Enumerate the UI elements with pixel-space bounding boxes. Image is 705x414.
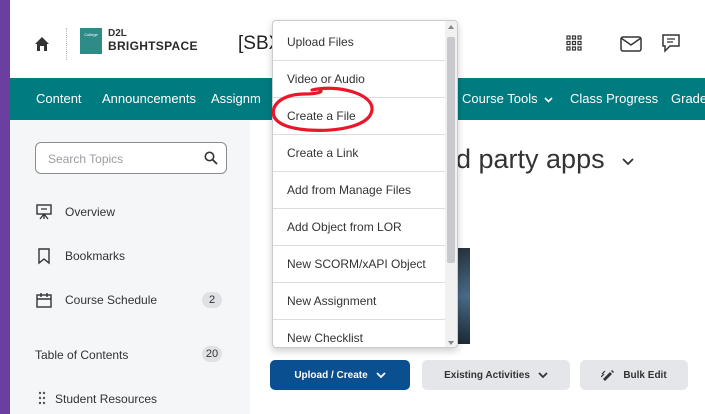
d2l-logo-text: D2L xyxy=(108,28,127,39)
course-schedule-count-badge: 2 xyxy=(202,292,222,308)
search-topics-input[interactable]: Search Topics xyxy=(35,142,227,174)
search-placeholder: Search Topics xyxy=(48,152,124,166)
search-icon[interactable] xyxy=(204,151,218,165)
nav-assignments[interactable]: Assignm xyxy=(211,91,261,106)
red-circle-annotation xyxy=(271,86,374,132)
bulk-edit-label: Bulk Edit xyxy=(623,369,667,381)
toc-count-badge: 20 xyxy=(202,346,222,362)
calendar-icon xyxy=(36,293,52,308)
drag-handle-icon[interactable] xyxy=(37,390,47,406)
logo-badge-text: College xyxy=(84,32,98,37)
overview-icon xyxy=(36,204,52,220)
menu-item-add-object-from-lor[interactable]: Add Object from LOR xyxy=(273,208,445,245)
sidebar-item-label: Bookmarks xyxy=(65,249,126,263)
pencil-icon xyxy=(601,370,615,381)
upload-create-menu: Upload Files Video or Audio Create a Fil… xyxy=(272,20,458,348)
sidebar-item-label: Overview xyxy=(65,205,116,219)
content-sidebar: Search Topics Overview Bookmarks Course … xyxy=(10,120,250,414)
nav-content[interactable]: Content xyxy=(36,91,82,106)
nav-class-progress[interactable]: Class Progress xyxy=(570,91,658,106)
existing-activities-button[interactable]: Existing Activities xyxy=(422,360,570,390)
sidebar-item-label: Course Schedule xyxy=(65,293,158,307)
header-divider xyxy=(66,28,67,60)
chevron-down-icon xyxy=(538,371,548,378)
menu-item-new-checklist[interactable]: New Checklist xyxy=(273,319,445,347)
menu-item-add-from-manage-files[interactable]: Add from Manage Files xyxy=(273,171,445,208)
scrollbar-thumb[interactable] xyxy=(447,37,455,263)
menu-scrollbar[interactable] xyxy=(445,21,457,347)
menu-item-create-a-link[interactable]: Create a Link xyxy=(273,134,445,171)
chat-icon[interactable] xyxy=(660,32,682,54)
menu-item-new-assignment[interactable]: New Assignment xyxy=(273,282,445,319)
page-title: d party apps xyxy=(456,144,605,174)
home-icon[interactable] xyxy=(34,36,50,52)
app-frame: College D2L BRIGHTSPACE [SBX Content Ann… xyxy=(10,0,705,414)
sidebar-item-label: Student Resources xyxy=(55,392,158,406)
menu-item-upload-files[interactable]: Upload Files xyxy=(273,23,445,60)
college-logo[interactable]: College xyxy=(80,28,102,54)
chevron-down-icon xyxy=(376,371,386,378)
nav-course-tools[interactable]: Course Tools xyxy=(462,91,553,106)
scroll-up-arrow-icon[interactable] xyxy=(448,25,454,29)
table-of-contents-link[interactable]: Table of Contents xyxy=(35,348,128,362)
brightspace-logo-text: BRIGHTSPACE xyxy=(108,39,198,53)
upload-create-button[interactable]: Upload / Create xyxy=(270,360,410,390)
bookmark-icon xyxy=(38,248,50,265)
scroll-down-arrow-icon[interactable] xyxy=(448,341,454,345)
nav-grades[interactable]: Grade xyxy=(671,91,705,106)
nav-announcements[interactable]: Announcements xyxy=(102,91,196,106)
content-thumbnail xyxy=(458,248,470,344)
upload-create-label: Upload / Create xyxy=(294,369,368,381)
chevron-down-icon xyxy=(544,96,553,103)
chevron-down-icon[interactable] xyxy=(622,158,634,166)
bulk-edit-button[interactable]: Bulk Edit xyxy=(580,360,688,390)
nav-course-tools-label: Course Tools xyxy=(462,91,538,106)
menu-item-new-scorm-object[interactable]: New SCORM/xAPI Object xyxy=(273,245,445,282)
waffle-grid-icon[interactable] xyxy=(566,35,582,51)
existing-activities-label: Existing Activities xyxy=(444,369,530,381)
mail-icon[interactable] xyxy=(620,36,642,52)
